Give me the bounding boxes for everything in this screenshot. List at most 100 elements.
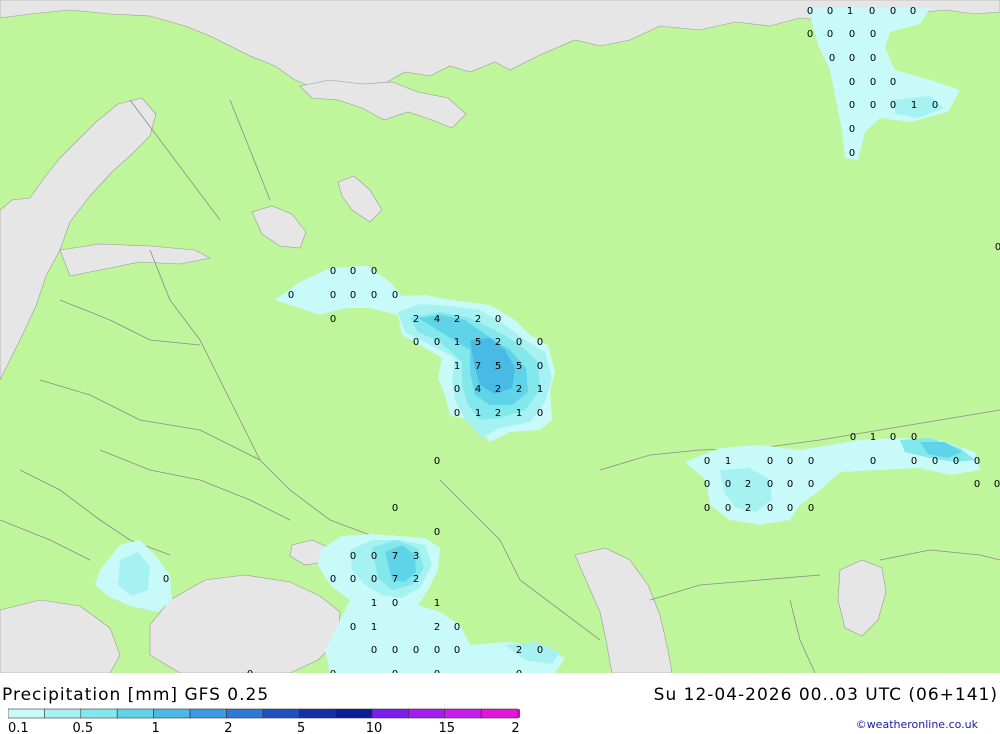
value-label: 0	[371, 645, 377, 656]
value-label: 1	[371, 622, 377, 633]
value-label: 1	[434, 598, 440, 609]
value-label: 1	[911, 100, 917, 111]
value-label: 0	[767, 456, 773, 467]
value-label: 0	[870, 29, 876, 40]
value-label: 0	[767, 503, 773, 514]
value-label: 0	[454, 645, 460, 656]
value-label: 0	[704, 503, 710, 514]
value-label: 0	[392, 290, 398, 301]
value-label: 0	[827, 6, 833, 17]
value-label: 1	[371, 598, 377, 609]
value-label: 0	[434, 645, 440, 656]
value-label: 1	[725, 456, 731, 467]
value-label: 0	[870, 456, 876, 467]
value-label: 4	[434, 314, 440, 325]
legend-label: 0.5	[72, 721, 93, 734]
value-label: 1	[516, 408, 522, 419]
value-label: 0	[890, 6, 896, 17]
value-label: 2	[516, 384, 522, 395]
value-label: 0	[495, 314, 501, 325]
credit-link[interactable]: ©weatheronline.co.uk	[856, 718, 978, 731]
value-label: 0	[392, 645, 398, 656]
legend-swatch	[408, 708, 446, 719]
value-label: 0	[994, 479, 1000, 490]
value-label: 1	[537, 384, 543, 395]
value-label: 1	[847, 6, 853, 17]
value-label: 0	[350, 551, 356, 562]
legend-label: 10	[366, 721, 383, 734]
value-label: 0	[850, 432, 856, 443]
value-label: 2	[495, 384, 501, 395]
value-label: 0	[371, 266, 377, 277]
value-label: 2	[495, 408, 501, 419]
legend-swatch	[371, 708, 409, 719]
value-label: 0	[849, 77, 855, 88]
value-label: 0	[454, 384, 460, 395]
map-title: Precipitation [mm] GFS 0.25	[2, 685, 270, 705]
value-label: 0	[870, 100, 876, 111]
value-label: 0	[392, 503, 398, 514]
value-label: 0	[163, 574, 169, 585]
value-label: 0	[454, 408, 460, 419]
value-label: 0	[413, 645, 419, 656]
value-label: 1	[454, 337, 460, 348]
value-label: 0	[870, 53, 876, 64]
legend-arrow	[517, 709, 520, 718]
value-label: 1	[475, 408, 481, 419]
value-label: 2	[434, 622, 440, 633]
value-label: 0	[350, 574, 356, 585]
legend-label: 15	[439, 721, 456, 734]
value-label: 0	[371, 290, 377, 301]
value-label: 0	[808, 479, 814, 490]
value-label: 0	[350, 266, 356, 277]
value-label: 0	[392, 598, 398, 609]
value-label: 0	[434, 527, 440, 538]
value-label: 0	[849, 53, 855, 64]
value-label: 0	[787, 503, 793, 514]
value-label: 0	[516, 337, 522, 348]
value-label: 0	[434, 456, 440, 467]
value-label: 5	[475, 337, 481, 348]
value-label: 0	[890, 432, 896, 443]
value-label: 0	[808, 503, 814, 514]
value-label: 0	[371, 574, 377, 585]
legend-swatch	[189, 708, 227, 719]
value-label: 5	[495, 361, 501, 372]
legend-label: 20	[511, 721, 520, 734]
value-label: 0	[829, 53, 835, 64]
value-label: 1	[454, 361, 460, 372]
value-label: 0	[330, 290, 336, 301]
value-label: 0	[725, 503, 731, 514]
value-label: 0	[910, 6, 916, 17]
value-label: 7	[392, 574, 398, 585]
legend-label: 0.1	[8, 721, 29, 734]
value-label: 0	[890, 100, 896, 111]
value-label: 0	[413, 337, 419, 348]
value-label: 0	[725, 479, 731, 490]
value-label: 0	[288, 290, 294, 301]
value-label: 0	[704, 479, 710, 490]
legend-swatches	[8, 708, 520, 719]
legend-swatch	[226, 708, 264, 719]
value-label: 3	[413, 551, 419, 562]
value-label: 0	[808, 456, 814, 467]
value-label: 0	[787, 456, 793, 467]
value-label: 2	[475, 314, 481, 325]
value-label: 7	[475, 361, 481, 372]
value-label: 0	[849, 124, 855, 135]
value-label: 2	[516, 645, 522, 656]
color-legend: 0.10.5125101520253035404550	[8, 708, 520, 734]
value-label: 0	[849, 29, 855, 40]
legend-swatch	[80, 708, 118, 719]
legend-swatch	[153, 708, 191, 719]
value-label: 0	[434, 337, 440, 348]
value-label: 0	[787, 479, 793, 490]
value-label: 2	[495, 337, 501, 348]
value-label: 0	[807, 29, 813, 40]
value-label: 0	[350, 290, 356, 301]
value-label: 0	[704, 456, 710, 467]
value-label: 0	[807, 6, 813, 17]
value-label: 0	[890, 77, 896, 88]
value-label: 0	[911, 432, 917, 443]
legend-label: 1	[151, 721, 159, 734]
